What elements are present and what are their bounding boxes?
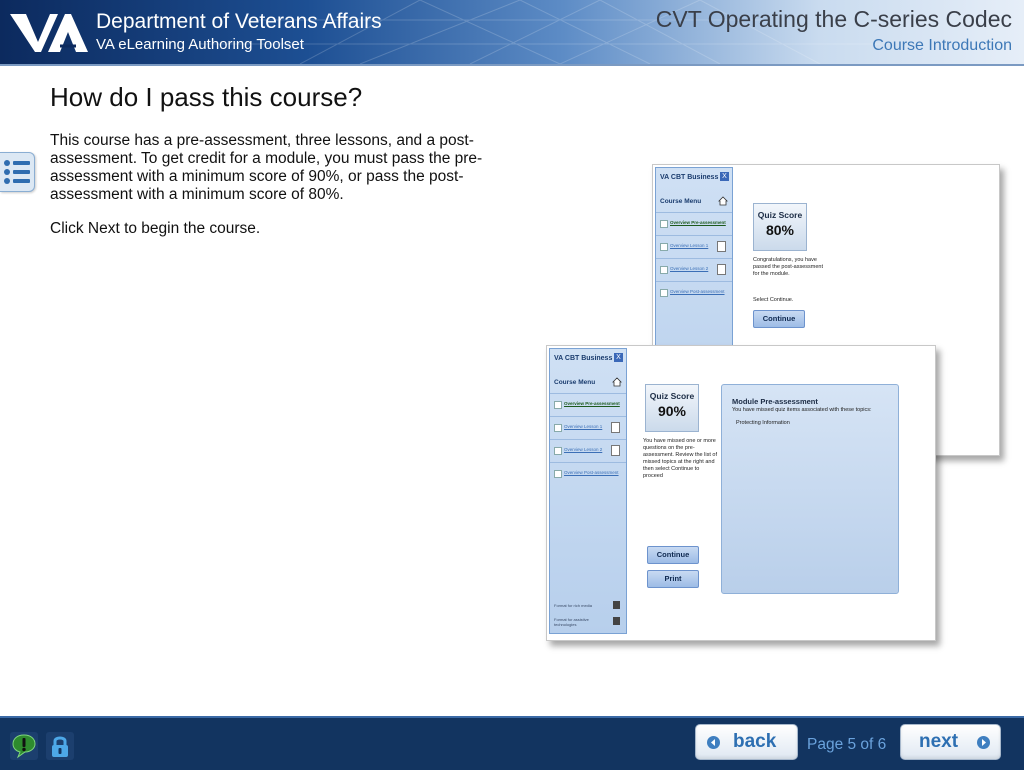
mini-quiz-score-box: Quiz Score 80% <box>753 203 807 251</box>
course-description: This course has a pre-assessment, three … <box>50 132 483 203</box>
header-divider <box>0 64 1024 66</box>
mini-module-subtitle: You have missed quiz items associated wi… <box>732 407 872 413</box>
mini-quiz-label: Quiz Score <box>757 210 803 220</box>
checkbox-checked-icon <box>660 220 668 228</box>
mini-close-icon: X <box>614 353 623 362</box>
lock-button[interactable] <box>46 732 74 760</box>
org-subtitle: VA eLearning Authoring Toolset <box>96 36 304 53</box>
mini-format-option: Format for assistive technologies <box>554 617 589 627</box>
home-icon <box>718 196 728 206</box>
checkbox-icon <box>554 447 562 455</box>
mini-quiz-score: 80% <box>765 222 795 238</box>
mini-menu-item: Overview Post-assessment <box>656 281 732 304</box>
mini-quiz-score: 90% <box>657 403 687 419</box>
mini-menu-item-label: Overview Pre-assessment <box>564 401 620 406</box>
document-icon <box>611 445 620 456</box>
mini-menu-item-label: Overview Post-assessment <box>670 289 725 294</box>
accessibility-icon <box>613 617 620 625</box>
home-icon <box>612 377 622 387</box>
mini-continue-button: Continue <box>647 546 699 564</box>
mini-course-sidebar: VA CBT Business X Course Menu Overview P… <box>549 348 627 634</box>
checkbox-checked-icon <box>554 401 562 409</box>
mini-module-panel: Module Pre-assessment You have missed qu… <box>721 384 899 594</box>
mini-menu-item: Overview Post-assessment <box>550 462 626 485</box>
course-title: CVT Operating the C-series Codec <box>655 6 1012 32</box>
mini-menu-item-label: Overview Lesson 1 <box>564 424 603 429</box>
checkbox-icon <box>660 289 668 297</box>
arrow-right-circle-icon <box>977 736 990 749</box>
document-icon <box>717 264 726 275</box>
feedback-button[interactable] <box>10 732 38 760</box>
next-instruction: Click Next to begin the course. <box>50 220 261 237</box>
mini-menu-item-label: Overview Pre-assessment <box>670 220 726 225</box>
document-icon <box>611 422 620 433</box>
back-label: back <box>733 731 777 752</box>
mini-menu-item: Overview Lesson 1 <box>656 235 732 258</box>
mini-menu-item-label: Overview Lesson 2 <box>670 266 709 271</box>
course-menu-button[interactable] <box>0 152 35 192</box>
org-title: Department of Veterans Affairs <box>96 10 382 33</box>
mini-menu-item: Overview Lesson 2 <box>550 439 626 462</box>
mini-menu-title: Course Menu <box>660 198 702 205</box>
speaker-icon <box>613 601 620 609</box>
mini-menu-item-label: Overview Lesson 1 <box>670 243 709 248</box>
document-icon <box>717 241 726 252</box>
va-logo <box>10 14 88 52</box>
page-heading: How do I pass this course? <box>50 82 363 112</box>
mini-menu-item: Overview Pre-assessment <box>550 393 626 416</box>
mini-module-topic: Protecting Information <box>736 420 790 426</box>
mini-congrats-text: Congratulations, you have passed the pos… <box>753 257 824 277</box>
mini-menu-item: Overview Lesson 1 <box>550 416 626 439</box>
mini-format-option: Format for rich media <box>554 603 593 608</box>
mini-menu-item-label: Overview Lesson 2 <box>564 447 603 452</box>
arrow-left-circle-icon <box>707 736 720 749</box>
mini-quiz-score-box: Quiz Score 90% <box>645 384 699 432</box>
footer-bar: back Page 5 of 6 next <box>0 716 1024 770</box>
next-button[interactable]: next <box>900 724 1001 760</box>
section-title: Course Introduction <box>872 37 1012 54</box>
feedback-exclamation-icon <box>12 734 36 759</box>
next-label: next <box>919 731 959 752</box>
mini-menu-item-label: Overview Post-assessment <box>564 470 619 475</box>
checkbox-icon <box>660 243 668 251</box>
header-banner: Department of Veterans Affairs VA eLearn… <box>0 0 1024 64</box>
mini-brand: VA CBT Business <box>660 174 719 181</box>
back-button[interactable]: back <box>695 724 798 760</box>
mini-module-title: Module Pre-assessment <box>732 397 818 406</box>
mini-menu-title: Course Menu <box>554 379 596 386</box>
checkbox-icon <box>660 266 668 274</box>
screenshot-pre-assessment: VA CBT Business X Course Menu Overview P… <box>546 345 936 641</box>
mini-print-button: Print <box>647 570 699 588</box>
mini-quiz-label: Quiz Score <box>649 391 695 401</box>
mini-missed-text: You have missed one or more questions on… <box>643 438 717 479</box>
checkbox-icon <box>554 424 562 432</box>
mini-menu-item: Overview Pre-assessment <box>656 212 732 235</box>
mini-menu-item: Overview Lesson 2 <box>656 258 732 281</box>
checkbox-icon <box>554 470 562 478</box>
mini-instruction-text: Select Continue. <box>753 297 794 303</box>
page-indicator: Page 5 of 6 <box>807 736 887 753</box>
mini-close-icon: X <box>720 172 729 181</box>
lock-icon <box>52 736 68 757</box>
mini-continue-button: Continue <box>753 310 805 328</box>
mini-brand: VA CBT Business <box>554 355 613 362</box>
list-menu-icon <box>4 160 30 184</box>
